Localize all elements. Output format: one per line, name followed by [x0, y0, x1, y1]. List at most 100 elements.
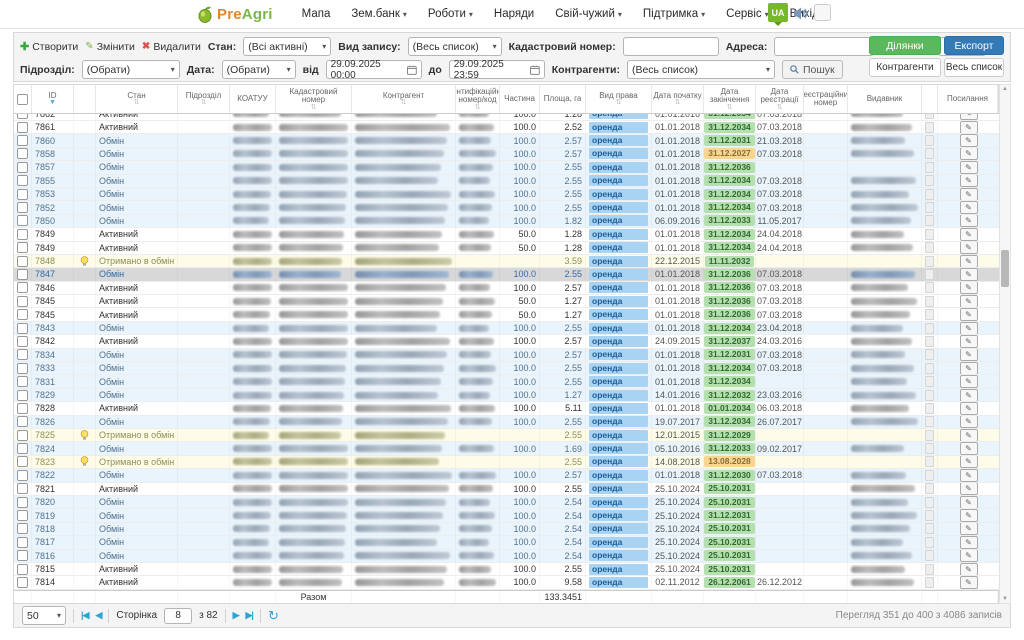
- scroll-up-icon[interactable]: ▲: [1000, 86, 1010, 92]
- edit-link-button[interactable]: ✎: [960, 469, 978, 481]
- edit-link-button[interactable]: ✎: [960, 509, 978, 521]
- row-checkbox[interactable]: [17, 296, 28, 307]
- column-header-Контрагент[interactable]: Контрагент⇅: [352, 85, 456, 113]
- row-checkbox[interactable]: [17, 470, 28, 481]
- refresh-icon[interactable]: ↻: [268, 611, 279, 621]
- row-checkbox[interactable]: [17, 336, 28, 347]
- page-input[interactable]: 8: [164, 608, 192, 624]
- contragents-button[interactable]: Контрагенти: [869, 58, 941, 77]
- table-row[interactable]: 7848Отримано в обмін3.59оренда22.12.2015…: [14, 255, 1000, 268]
- table-row[interactable]: 7855Обмін100.02.55оренда01.01.201831.12.…: [14, 175, 1000, 188]
- table-row[interactable]: 7815Активний100.02.55оренда25.10.202425.…: [14, 563, 1000, 576]
- row-checkbox[interactable]: [17, 269, 28, 280]
- nav-item-Зем.банк[interactable]: Зем.банк▾: [351, 8, 407, 20]
- table-row[interactable]: 7858Обмін100.02.57оренда01.01.201831.12.…: [14, 148, 1000, 161]
- row-checkbox[interactable]: [17, 537, 28, 548]
- edit-link-button[interactable]: ✎: [960, 456, 978, 468]
- last-page-button[interactable]: ▶|: [246, 610, 253, 621]
- row-checkbox[interactable]: [17, 148, 28, 159]
- edit-link-button[interactable]: ✎: [960, 523, 978, 535]
- table-row[interactable]: 7834Обмін100.02.57оренда01.01.201831.12.…: [14, 349, 1000, 362]
- edit-link-button[interactable]: ✎: [960, 536, 978, 548]
- contragents-select[interactable]: (Весь список)▾: [627, 60, 775, 79]
- notification-square-icon[interactable]: [814, 4, 831, 21]
- date-to-input[interactable]: 29.09.2025 23:59: [449, 60, 545, 79]
- edit-link-button[interactable]: ✎: [960, 255, 978, 267]
- table-row[interactable]: 7823Отримано в обмін2.55оренда14.08.2018…: [14, 456, 1000, 469]
- table-row[interactable]: 7820Обмін100.02.54оренда25.10.202425.10.…: [14, 496, 1000, 509]
- parcels-button[interactable]: Ділянки: [869, 36, 941, 55]
- table-row[interactable]: 7845Активний50.01.27оренда01.01.201831.1…: [14, 308, 1000, 321]
- column-header-Дата реєстрації[interactable]: Дата реєстрації⇅: [756, 85, 804, 113]
- app-logo[interactable]: PreAgri: [198, 6, 273, 23]
- row-checkbox[interactable]: [17, 122, 28, 133]
- column-header-ID[interactable]: ID▼: [32, 85, 74, 113]
- table-row[interactable]: 7846Активний100.02.57оренда01.01.201831.…: [14, 282, 1000, 295]
- row-checkbox[interactable]: [17, 510, 28, 521]
- row-checkbox[interactable]: [17, 175, 28, 186]
- nav-item-Мапа[interactable]: Мапа: [302, 8, 331, 20]
- table-row[interactable]: 7829Обмін100.01.27оренда14.01.201631.12.…: [14, 389, 1000, 402]
- row-checkbox[interactable]: [17, 282, 28, 293]
- column-header-Дата закінчення[interactable]: Дата закінчення⇅: [704, 85, 756, 113]
- table-row[interactable]: 7819Обмін100.02.54оренда25.10.202431.12.…: [14, 509, 1000, 522]
- row-checkbox[interactable]: [17, 430, 28, 441]
- nav-item-Наряди[interactable]: Наряди: [494, 8, 534, 20]
- row-checkbox[interactable]: [17, 577, 28, 588]
- row-checkbox[interactable]: [17, 497, 28, 508]
- row-checkbox[interactable]: [17, 363, 28, 374]
- row-checkbox[interactable]: [17, 550, 28, 561]
- table-row[interactable]: 7857Обмін100.02.55оренда01.01.201831.12.…: [14, 161, 1000, 174]
- row-checkbox[interactable]: [17, 256, 28, 267]
- column-header-Дата початку[interactable]: Дата початку⇅: [652, 85, 704, 113]
- state-select[interactable]: (Всі активні)▾: [243, 37, 331, 56]
- edit-link-button[interactable]: ✎: [960, 282, 978, 294]
- edit-link-button[interactable]: ✎: [960, 148, 978, 160]
- table-row[interactable]: 7833Обмін100.02.55оренда01.01.201831.12.…: [14, 362, 1000, 375]
- prev-page-button[interactable]: ◀: [95, 610, 101, 621]
- edit-link-button[interactable]: ✎: [960, 416, 978, 428]
- table-row[interactable]: 7850Обмін100.01.82оренда06.09.201631.12.…: [14, 215, 1000, 228]
- row-checkbox[interactable]: [17, 323, 28, 334]
- edit-link-button[interactable]: ✎: [960, 483, 978, 495]
- table-row[interactable]: 7849Активний50.01.28оренда01.01.201831.1…: [14, 242, 1000, 255]
- table-row[interactable]: 7826Обмін100.02.55оренда19.07.201731.12.…: [14, 416, 1000, 429]
- edit-link-button[interactable]: ✎: [960, 429, 978, 441]
- table-row[interactable]: 7843Обмін100.02.55оренда01.01.201831.12.…: [14, 322, 1000, 335]
- nav-item-Сервіс[interactable]: Сервіс▾: [726, 8, 769, 20]
- edit-button[interactable]: ✎Змінити: [85, 41, 135, 53]
- edit-link-button[interactable]: ✎: [960, 362, 978, 374]
- table-row[interactable]: 7816Обмін100.02.54оренда25.10.202425.10.…: [14, 550, 1000, 563]
- delete-button[interactable]: ✖Видалити: [142, 41, 201, 53]
- table-row[interactable]: 7828Активний100.05.11оренда01.01.201801.…: [14, 402, 1000, 415]
- edit-link-button[interactable]: ✎: [960, 295, 978, 307]
- edit-link-button[interactable]: ✎: [960, 242, 978, 254]
- edit-link-button[interactable]: ✎: [960, 134, 978, 146]
- row-checkbox[interactable]: [17, 215, 28, 226]
- row-checkbox[interactable]: [17, 349, 28, 360]
- row-checkbox[interactable]: [17, 416, 28, 427]
- row-checkbox[interactable]: [17, 443, 28, 454]
- row-checkbox[interactable]: [17, 114, 28, 119]
- edit-link-button[interactable]: ✎: [960, 563, 978, 575]
- date-select[interactable]: (Обрати)▾: [222, 60, 296, 79]
- table-row[interactable]: 7818Обмін100.02.54оренда25.10.202425.10.…: [14, 523, 1000, 536]
- column-header-Вид права[interactable]: Вид права⇅: [586, 85, 652, 113]
- edit-link-button[interactable]: ✎: [960, 322, 978, 334]
- row-checkbox[interactable]: [17, 523, 28, 534]
- table-row[interactable]: 7847Обмін100.02.55оренда01.01.201831.12.…: [14, 268, 1000, 281]
- edit-link-button[interactable]: ✎: [960, 175, 978, 187]
- table-row[interactable]: 7817Обмін100.02.54оренда25.10.202425.10.…: [14, 536, 1000, 549]
- nav-item-Роботи[interactable]: Роботи▾: [428, 8, 473, 20]
- address-input[interactable]: [774, 37, 874, 56]
- edit-link-button[interactable]: ✎: [960, 496, 978, 508]
- edit-link-button[interactable]: ✎: [960, 349, 978, 361]
- edit-link-button[interactable]: ✎: [960, 375, 978, 387]
- next-page-button[interactable]: ▶: [233, 610, 239, 621]
- page-size-select[interactable]: 50▾: [22, 606, 66, 625]
- export-button[interactable]: Експорт: [944, 36, 1004, 55]
- edit-link-button[interactable]: ✎: [960, 335, 978, 347]
- create-button[interactable]: ✚Створити: [20, 40, 78, 53]
- row-checkbox[interactable]: [17, 403, 28, 414]
- edit-link-button[interactable]: ✎: [960, 550, 978, 562]
